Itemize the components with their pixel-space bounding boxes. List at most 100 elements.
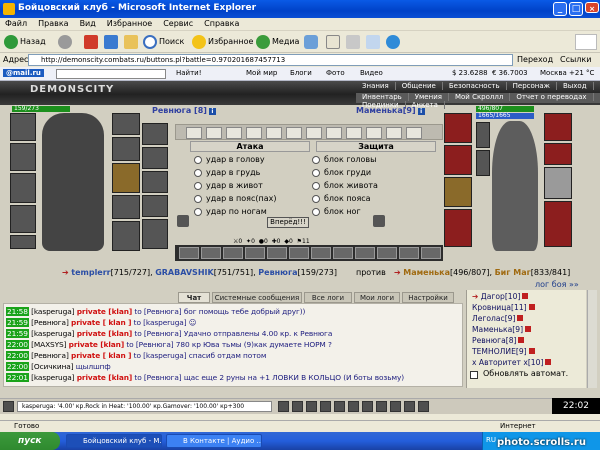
taskbar-item-vkontakte[interactable]: В Контакте | Аудио ... [166,434,262,448]
mailru-blogs-link[interactable]: Блоги [290,69,312,77]
mailru-find-button[interactable]: Найти! [176,69,202,77]
skill-button[interactable] [399,247,419,259]
info-icon[interactable]: i [417,108,425,115]
translit-icon[interactable] [334,401,345,412]
action-slot[interactable] [286,127,302,139]
right-amulet-slot[interactable] [444,145,472,175]
nav-exit[interactable]: Выход [557,82,594,90]
chat-sender[interactable]: [Ревнюга] [31,351,69,360]
print-button[interactable] [346,34,362,50]
attack-option-chest[interactable]: удар в грудь [194,167,260,179]
ring2-slot[interactable] [142,123,168,145]
skill-button[interactable] [311,247,331,259]
attack-option-groin[interactable]: удар в пояс(пах) [194,193,277,205]
info-icon[interactable]: i [208,108,216,115]
favorites-button[interactable]: Избранное [192,34,253,50]
search-button[interactable]: Поиск [143,34,184,50]
menu-tools[interactable]: Сервис [158,18,199,28]
action-slot[interactable] [226,127,242,139]
roster-item[interactable]: Маменька[9] [472,325,532,335]
left-player-name[interactable]: Ревнюга [8] i [152,106,216,115]
forward-button[interactable] [58,34,74,50]
taskbar-item-combats[interactable]: Бойцовский клуб - M... [66,434,162,448]
weapon-slot[interactable] [10,173,36,203]
armor-slot[interactable] [10,205,36,233]
messenger-button[interactable] [386,34,402,50]
skill-button[interactable] [179,247,199,259]
back-button[interactable]: Назад [4,34,46,50]
mailru-search-input[interactable] [56,69,166,79]
mailru-video-link[interactable]: Видео [360,69,383,77]
clear-icon[interactable] [306,401,317,412]
minimize-button[interactable]: _ [553,2,567,16]
chat-time[interactable]: 22:01 [6,373,29,382]
mailru-world-link[interactable]: Мой мир [246,69,277,77]
action-slot[interactable] [306,127,322,139]
smile-icon[interactable] [292,401,303,412]
chat-time[interactable]: 21:59 [6,329,29,338]
participant-link[interactable]: GRABAVSHIK [155,268,214,277]
right-shield-slot[interactable] [544,167,572,199]
forward-attack-button[interactable]: Вперёд!!! [267,217,309,228]
bracer-slot[interactable] [142,171,168,193]
home-button[interactable] [124,34,140,50]
start-button[interactable]: пуск [0,432,60,450]
settings-icon[interactable] [362,401,373,412]
nav-transfer-report[interactable]: Отчет о переводах [510,93,594,101]
menu-view[interactable]: Вид [75,18,102,28]
chat-time[interactable]: 22:00 [6,351,29,360]
tab-all-logs[interactable]: Все логи [304,292,352,303]
mailru-photo-link[interactable]: Фото [326,69,345,77]
amulet-slot[interactable] [10,143,36,171]
action-slot[interactable] [206,127,222,139]
chat-time[interactable]: 21:59 [6,318,29,327]
mail-button[interactable] [326,34,342,50]
action-slot[interactable] [246,127,262,139]
action-slot[interactable] [366,127,382,139]
language-indicator[interactable]: RU [486,436,496,444]
auto-refresh-checkbox[interactable] [470,371,478,379]
ring-slot[interactable] [112,137,140,161]
right-armor-slot[interactable] [444,209,472,247]
leggings-slot[interactable] [142,195,168,217]
boots-slot[interactable] [112,221,140,251]
skill-button[interactable] [201,247,221,259]
right-earring-slot[interactable] [544,113,572,141]
right-ring2-slot[interactable] [476,150,490,176]
battle-log-link[interactable]: лог боя »» [535,280,579,289]
skill-button[interactable] [223,247,243,259]
roster-scrollbar[interactable] [587,290,597,388]
maximize-button[interactable]: □ [569,2,583,16]
tab-system-messages[interactable]: Системные сообщения [212,292,302,303]
menu-edit[interactable]: Правка [33,18,74,28]
send-icon[interactable] [278,401,289,412]
action-slot[interactable] [186,127,202,139]
roster-item[interactable]: Леголас[9] [472,314,524,324]
chat-sender[interactable]: [kasperuga] [31,329,74,338]
nav-inventory[interactable]: Инвентарь [356,93,409,101]
defense-option-belt[interactable]: блок пояса [312,193,371,205]
chat-sender[interactable]: [kasperuga] [31,373,74,382]
refresh-button[interactable] [104,34,120,50]
participant-link[interactable]: Ревнюга [258,268,297,277]
skill-button[interactable] [421,247,441,259]
gloves-slot[interactable] [112,195,140,219]
roster-item[interactable]: Ревнюга[8] [472,336,525,346]
menu-help[interactable]: Справка [199,18,245,28]
roster-item[interactable]: Кровница[11] [472,303,535,313]
chat-sender[interactable]: [Ревнюга] [31,318,69,327]
close-button[interactable]: × [585,2,599,13]
stop-button[interactable] [84,34,100,50]
skill-button[interactable] [333,247,353,259]
nav-social[interactable]: Общение [396,82,443,90]
action-slot[interactable] [406,127,422,139]
skill-button[interactable] [355,247,375,259]
filter-icon[interactable] [320,401,331,412]
nav-character[interactable]: Персонаж [507,82,557,90]
action-slot[interactable] [326,127,342,139]
right-gloves-slot[interactable] [544,143,572,165]
address-input[interactable]: http://demonscity.combats.ru/buttons.pl?… [28,54,513,66]
tab-settings[interactable]: Настройки [402,292,454,303]
roster-item[interactable]: ➔ Дагор[10] [472,292,529,302]
sound-icon[interactable] [348,401,359,412]
